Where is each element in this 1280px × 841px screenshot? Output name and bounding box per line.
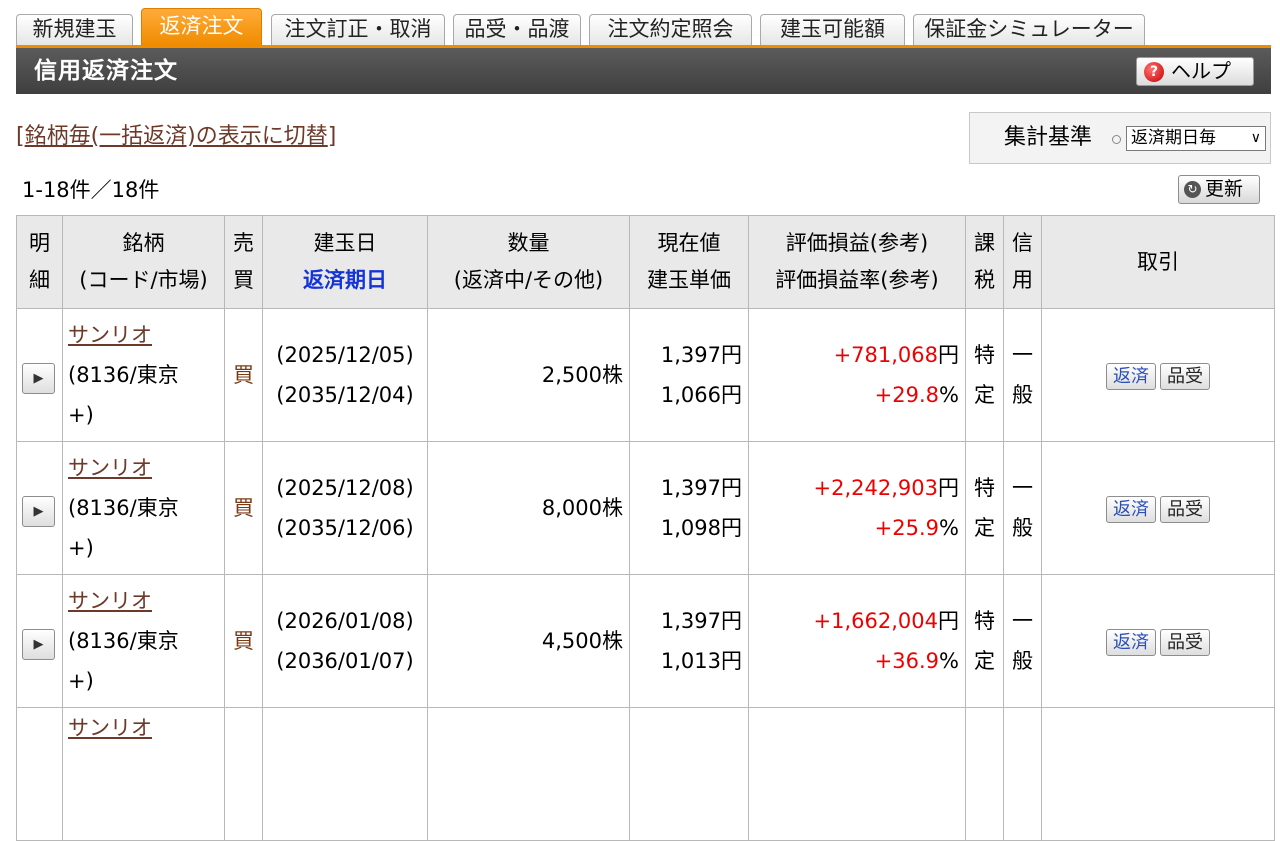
info-dot-icon bbox=[1112, 135, 1121, 144]
delivery-button[interactable]: 品受 bbox=[1160, 628, 1210, 656]
title-bar: 信用返済注文 ? ヘルプ bbox=[16, 48, 1271, 94]
header-trade: 取引 bbox=[1041, 215, 1275, 309]
refresh-icon: ↻ bbox=[1184, 181, 1201, 198]
side-cell: 買 bbox=[224, 574, 263, 708]
price-cell: 1,397円 1,066円 bbox=[629, 308, 749, 442]
tab-order-correction[interactable]: 注文訂正・取消 bbox=[271, 14, 445, 45]
pl-cell: +1,662,004円 +36.9% bbox=[748, 574, 966, 708]
tab-new-position[interactable]: 新規建玉 bbox=[16, 14, 133, 45]
toggle-display-link[interactable]: 銘柄毎(一括返済)の表示に切替 bbox=[25, 124, 328, 149]
trade-cell: 返済 品受 bbox=[1041, 441, 1275, 575]
header-side: 売買 bbox=[224, 215, 263, 309]
table-row: ▶ サンリオ (8136/東京 +) 買 (2025/12/08) (2035/12… bbox=[16, 441, 1275, 575]
header-date: 建玉日 返済期日 bbox=[262, 215, 428, 309]
display-toggle: [銘柄毎(一括返済)の表示に切替] bbox=[16, 122, 336, 152]
side-cell: 買 bbox=[224, 441, 263, 575]
aggregation-selected: 返済期日毎 bbox=[1131, 128, 1216, 148]
stock-cell: サンリオ bbox=[62, 707, 225, 841]
repay-button[interactable]: 返済 bbox=[1106, 628, 1156, 656]
expand-icon[interactable]: ▶ bbox=[22, 629, 55, 660]
tax-cell: 特定 bbox=[965, 441, 1004, 575]
question-icon: ? bbox=[1144, 62, 1164, 82]
aggregation-select[interactable]: 返済期日毎 ∨ bbox=[1126, 126, 1266, 151]
bracket-open: [ bbox=[16, 124, 25, 149]
expand-icon[interactable]: ▶ bbox=[22, 496, 55, 527]
delivery-button[interactable]: 品受 bbox=[1160, 362, 1210, 390]
chevron-down-icon: ∨ bbox=[1250, 130, 1261, 146]
tax-cell: 特定 bbox=[965, 308, 1004, 442]
tax-cell: 特定 bbox=[965, 574, 1004, 708]
date-cell: (2026/01/08) (2036/01/07) bbox=[262, 574, 428, 708]
table-header-row: 明細 銘柄 (コード/市場) 売買 建玉日 返済期日 数量 (返済中/その他) 現在値… bbox=[16, 215, 1275, 309]
stock-cell: サンリオ (8136/東京 +) bbox=[62, 441, 225, 575]
header-due-date: 返済期日 bbox=[303, 268, 387, 292]
header-credit: 信用 bbox=[1003, 215, 1042, 309]
aggregation-label: 集計基準 bbox=[1004, 125, 1093, 150]
header-qty: 数量 (返済中/その他) bbox=[427, 215, 630, 309]
bracket-close: ] bbox=[327, 124, 337, 149]
stock-link[interactable]: サンリオ bbox=[68, 716, 152, 740]
header-price: 現在値 建玉単価 bbox=[629, 215, 749, 309]
tab-repay-order[interactable]: 返済注文 bbox=[141, 8, 262, 45]
tab-margin-simulator[interactable]: 保証金シミュレーター bbox=[913, 14, 1145, 45]
credit-cell: 一般 bbox=[1003, 308, 1042, 442]
refresh-label: 更新 bbox=[1205, 178, 1244, 200]
pl-cell: +781,068円 +29.8% bbox=[748, 308, 966, 442]
header-pl: 評価損益(参考) 評価損益率(参考) bbox=[748, 215, 966, 309]
header-stock: 銘柄 (コード/市場) bbox=[62, 215, 225, 309]
expand-icon[interactable]: ▶ bbox=[22, 363, 55, 394]
date-cell: (2025/12/08) (2035/12/06) bbox=[262, 441, 428, 575]
tab-delivery[interactable]: 品受・品渡 bbox=[453, 14, 581, 45]
table-row: ▶ サンリオ (8136/東京 +) 買 (2026/01/08) (2036/01… bbox=[16, 574, 1275, 708]
delivery-button[interactable]: 品受 bbox=[1160, 495, 1210, 523]
result-count: 1-18件／18件 bbox=[22, 178, 160, 202]
credit-cell: 一般 bbox=[1003, 574, 1042, 708]
qty-cell: 4,500株 bbox=[427, 574, 630, 708]
qty-cell: 8,000株 bbox=[427, 441, 630, 575]
stock-link[interactable]: サンリオ bbox=[68, 589, 152, 613]
price-cell: 1,397円 1,013円 bbox=[629, 574, 749, 708]
trade-cell: 返済 品受 bbox=[1041, 308, 1275, 442]
refresh-button[interactable]: ↻ 更新 bbox=[1178, 175, 1260, 204]
qty-cell: 2,500株 bbox=[427, 308, 630, 442]
tab-position-capacity[interactable]: 建玉可能額 bbox=[760, 14, 905, 45]
page-title: 信用返済注文 bbox=[34, 58, 178, 84]
date-cell: (2025/12/05) (2035/12/04) bbox=[262, 308, 428, 442]
tab-bar: 新規建玉 返済注文 注文訂正・取消 品受・品渡 注文約定照会 建玉可能額 保証金… bbox=[16, 8, 1271, 48]
header-detail: 明細 bbox=[16, 215, 63, 309]
tab-order-inquiry[interactable]: 注文約定照会 bbox=[589, 14, 752, 45]
stock-link[interactable]: サンリオ bbox=[68, 456, 152, 480]
positions-table: 明細 銘柄 (コード/市場) 売買 建玉日 返済期日 数量 (返済中/その他) 現在値… bbox=[16, 215, 1275, 841]
stock-cell: サンリオ (8136/東京 +) bbox=[62, 574, 225, 708]
side-cell: 買 bbox=[224, 308, 263, 442]
header-tax: 課税 bbox=[965, 215, 1004, 309]
table-row: サンリオ bbox=[16, 707, 1275, 841]
trade-cell: 返済 品受 bbox=[1041, 574, 1275, 708]
stock-cell: サンリオ (8136/東京 +) bbox=[62, 308, 225, 442]
pl-cell: +2,242,903円 +25.9% bbox=[748, 441, 966, 575]
help-label: ヘルプ bbox=[1171, 59, 1231, 83]
stock-link[interactable]: サンリオ bbox=[68, 323, 152, 347]
credit-cell: 一般 bbox=[1003, 441, 1042, 575]
price-cell: 1,397円 1,098円 bbox=[629, 441, 749, 575]
repay-button[interactable]: 返済 bbox=[1106, 495, 1156, 523]
help-button[interactable]: ? ヘルプ bbox=[1136, 57, 1254, 86]
aggregation-box: 集計基準 返済期日毎 ∨ bbox=[969, 112, 1271, 164]
repay-button[interactable]: 返済 bbox=[1106, 362, 1156, 390]
table-row: ▶ サンリオ (8136/東京 +) 買 (2025/12/05) (2035/12… bbox=[16, 308, 1275, 442]
